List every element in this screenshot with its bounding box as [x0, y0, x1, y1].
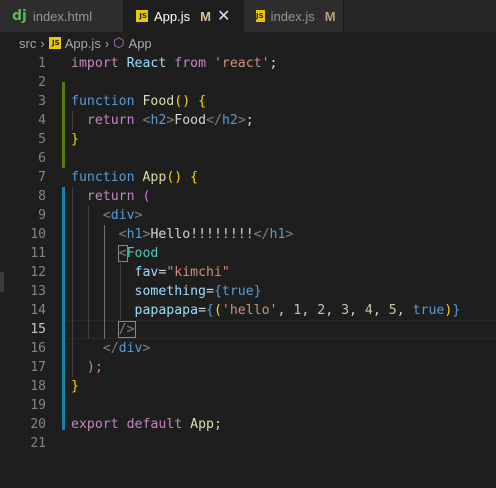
tab-index-html[interactable]: dj index.html: [0, 0, 124, 32]
modified-indicator: M: [200, 8, 211, 24]
code-line: <Food: [117, 245, 159, 262]
code-line: fav="kimchi": [134, 265, 230, 280]
javascript-icon: JS: [256, 10, 265, 22]
line-number: 19: [30, 398, 46, 413]
tab-index-js[interactable]: JS index.js M: [244, 0, 344, 32]
symbol-method-icon: ⬡: [113, 35, 125, 50]
modified-indicator: M: [324, 8, 336, 24]
javascript-icon: JS: [136, 10, 148, 22]
breadcrumb: src › JS App.js › ⬡ App: [0, 32, 496, 54]
breadcrumb-symbol[interactable]: App: [129, 36, 152, 51]
tab-label: App.js: [154, 8, 191, 24]
code-line: import React from 'react';: [71, 56, 278, 71]
code-line: something={true}: [134, 284, 262, 299]
code-line: function App() {: [71, 170, 199, 185]
close-icon[interactable]: ✕: [217, 6, 230, 26]
code-line: papapapa={('hello', 1, 2, 3, 4, 5, true)…: [134, 303, 461, 318]
code-editor[interactable]: 1 2 3 4 5 6 7 8 9 10 11 12 13 14 15 16 1…: [0, 54, 496, 488]
line-number: 8: [38, 189, 46, 204]
tab-bar-empty-space: [344, 0, 496, 32]
code-line: />: [117, 321, 136, 338]
line-number: 11: [30, 246, 46, 261]
line-number: 4: [38, 113, 46, 128]
code-line: <div>: [102, 208, 143, 223]
code-line: export default App;: [71, 417, 222, 432]
line-number: 16: [30, 341, 46, 356]
code-line: </div>: [102, 341, 151, 356]
tab-label: index.js: [270, 8, 315, 24]
line-number: 13: [30, 284, 46, 299]
tab-app-js[interactable]: JS App.js M ✕: [124, 0, 244, 32]
breadcrumb-file[interactable]: App.js: [65, 36, 101, 51]
line-number: 14: [30, 303, 46, 318]
line-number: 2: [38, 75, 46, 90]
line-number: 7: [38, 170, 46, 185]
code-line: );: [86, 360, 103, 375]
line-number: 9: [38, 208, 46, 223]
editor-tab-bar: dj index.html JS App.js M ✕ JS index.js …: [0, 0, 496, 32]
line-number: 10: [30, 227, 46, 242]
chevron-right-icon: ›: [40, 35, 45, 51]
line-number: 1: [38, 56, 46, 71]
code-line: return (: [86, 189, 151, 204]
line-number: 17: [30, 360, 46, 375]
code-line: }: [71, 379, 79, 394]
code-line: function Food() {: [71, 94, 207, 109]
line-number: 12: [30, 265, 46, 280]
code-line: }: [71, 132, 79, 147]
line-number: 18: [30, 379, 46, 394]
code-line: <h1>Hello!!!!!!!!</h1>: [118, 227, 294, 242]
chevron-right-icon: ›: [104, 35, 110, 51]
line-number: 20: [30, 417, 46, 432]
line-number-current: 15: [30, 322, 46, 337]
tab-label: index.html: [32, 8, 93, 24]
breadcrumb-folder[interactable]: src: [19, 36, 36, 51]
javascript-icon: JS: [48, 37, 61, 49]
line-number: 3: [38, 94, 46, 109]
line-number: 6: [38, 151, 46, 166]
django-icon: dj: [12, 8, 27, 24]
line-number: 5: [38, 132, 46, 147]
line-number: 21: [30, 436, 46, 451]
code-line: return <h2>Food</h2>;: [86, 113, 254, 128]
